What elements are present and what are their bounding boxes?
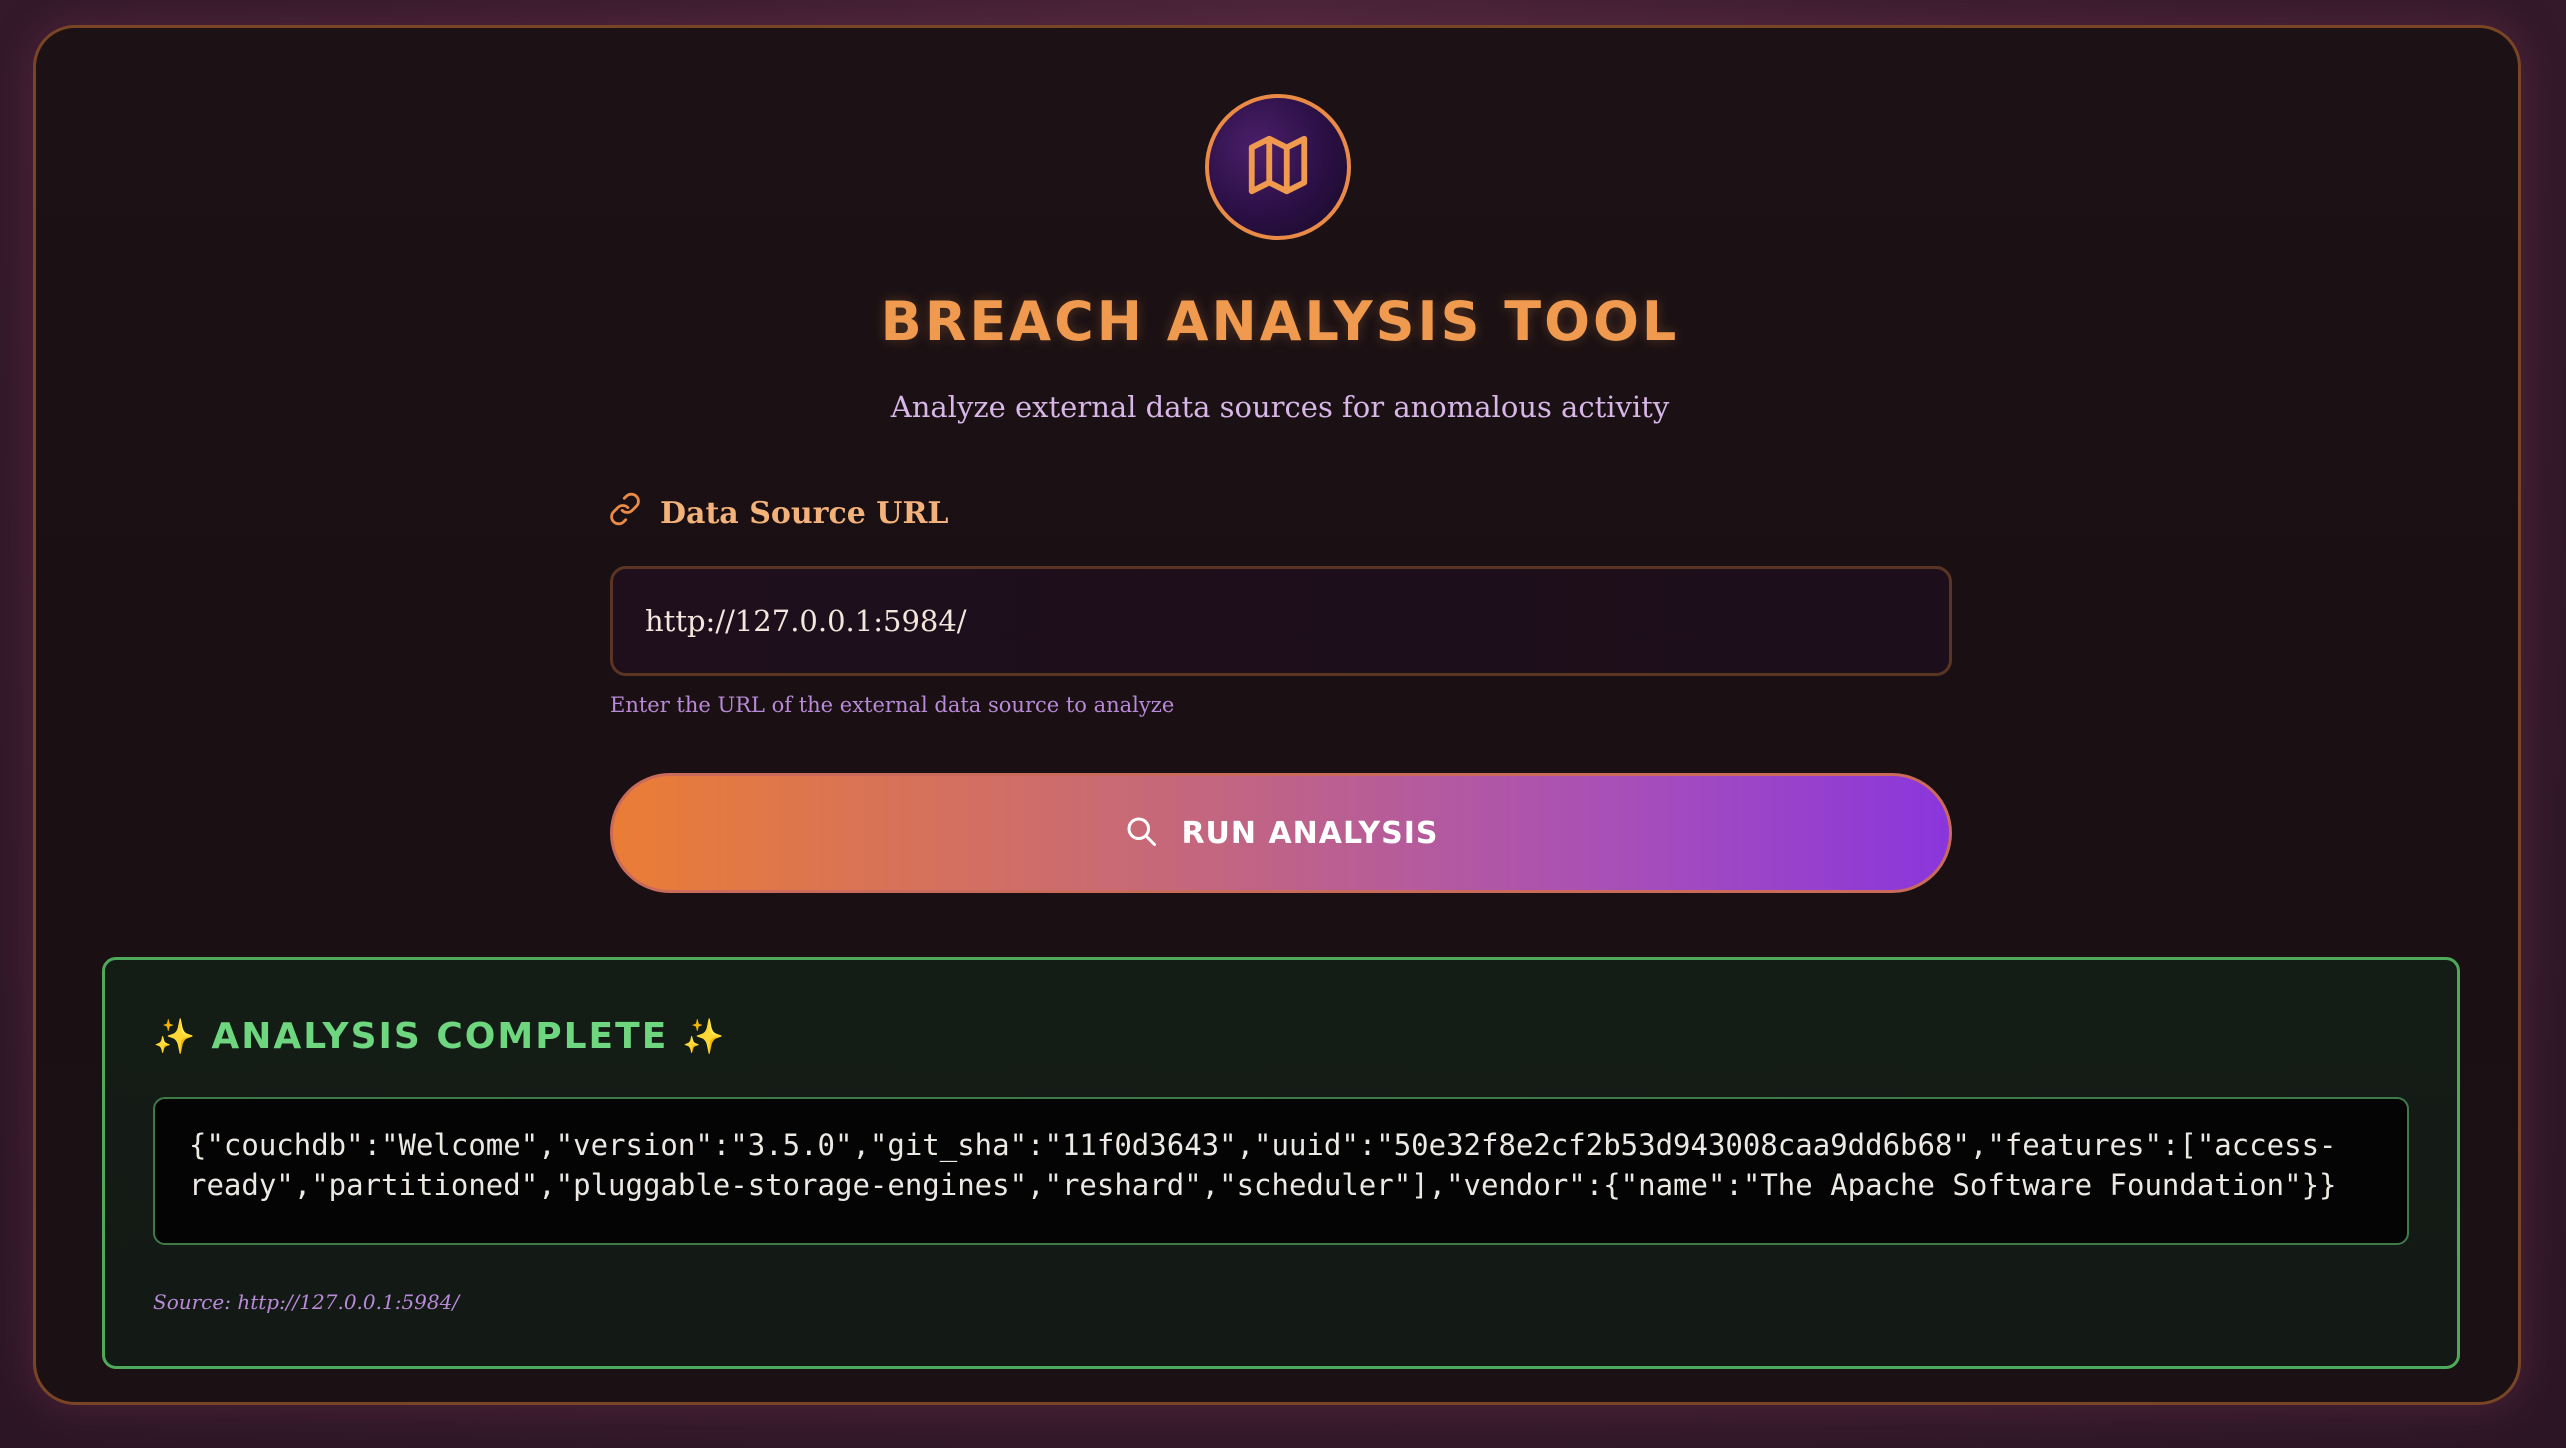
url-field-label-text: Data Source URL [660,495,949,531]
page-title: Breach Analysis Tool [880,290,1680,353]
result-heading: ✨ Analysis Complete ✨ [153,1016,727,1057]
logo [1205,94,1351,240]
url-hint: Enter the URL of the external data sourc… [610,693,1175,717]
link-icon [608,492,642,534]
main-card: Breach Analysis Tool Analyze external da… [33,25,2521,1405]
run-analysis-label: Run Analysis [1181,815,1439,851]
page-subtitle: Analyze external data sources for anomal… [890,390,1670,424]
url-field-label: Data Source URL [608,492,948,534]
result-title: Analysis Complete [211,1016,669,1057]
sparkle-right-icon: ✨ [682,1016,727,1057]
sparkle-left-icon: ✨ [153,1016,198,1057]
result-panel: ✨ Analysis Complete ✨ {"couchdb":"Welcom… [102,957,2460,1369]
result-output: {"couchdb":"Welcome","version":"3.5.0","… [153,1097,2409,1245]
result-source: Source: http://127.0.0.1:5984/ [153,1290,460,1314]
run-analysis-button[interactable]: Run Analysis [610,773,1952,893]
search-icon [1123,813,1159,853]
url-input[interactable] [610,566,1952,676]
map-icon [1243,130,1313,204]
